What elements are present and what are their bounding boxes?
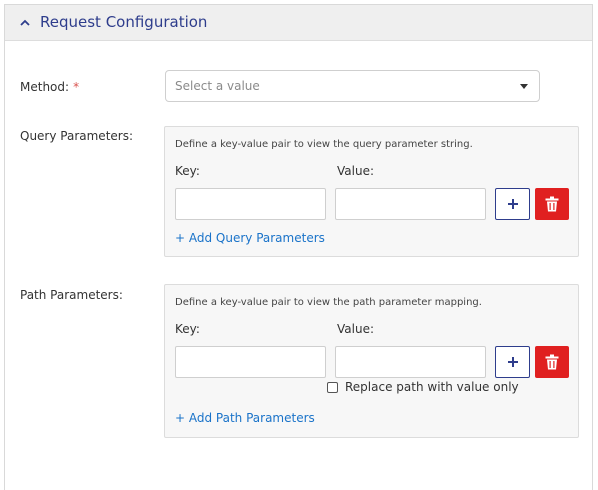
query-add-row-button[interactable]	[495, 188, 530, 220]
path-parameters-box: Define a key-value pair to view the path…	[164, 284, 579, 438]
required-marker: *	[73, 80, 80, 94]
replace-path-checkbox[interactable]	[327, 382, 338, 393]
query-parameters-label: Query Parameters:	[20, 129, 134, 143]
panel-title: Request Configuration	[40, 13, 208, 31]
query-value-input[interactable]	[335, 188, 486, 220]
method-select-placeholder: Select a value	[175, 79, 260, 93]
plus-icon	[507, 357, 518, 367]
method-label: Method: *	[20, 80, 79, 94]
query-key-input[interactable]	[175, 188, 326, 220]
request-configuration-panel: Request Configuration Method: * Select a …	[4, 4, 593, 490]
path-add-row-button[interactable]	[495, 346, 530, 378]
path-key-input[interactable]	[175, 346, 326, 378]
path-value-input[interactable]	[335, 346, 486, 378]
panel-header[interactable]: Request Configuration	[5, 5, 592, 41]
add-path-parameters-link[interactable]: + Add Path Parameters	[175, 411, 315, 425]
replace-path-checkbox-label[interactable]: Replace path with value only	[345, 380, 519, 394]
path-value-label: Value:	[337, 322, 374, 336]
query-key-label: Key:	[175, 164, 200, 178]
path-hint: Define a key-value pair to view the path…	[175, 297, 482, 308]
query-delete-row-button[interactable]	[535, 188, 569, 220]
path-key-label: Key:	[175, 322, 200, 336]
trash-icon	[545, 354, 559, 370]
query-value-label: Value:	[337, 164, 374, 178]
caret-down-icon	[520, 84, 528, 89]
plus-icon	[507, 199, 518, 209]
add-query-parameters-link[interactable]: + Add Query Parameters	[175, 231, 325, 245]
path-parameters-label: Path Parameters:	[20, 288, 123, 302]
trash-icon	[545, 196, 559, 212]
query-parameters-box: Define a key-value pair to view the quer…	[164, 126, 579, 257]
method-label-text: Method:	[20, 80, 70, 94]
path-delete-row-button[interactable]	[535, 346, 569, 378]
method-select[interactable]: Select a value	[165, 70, 540, 102]
chevron-up-icon[interactable]	[19, 17, 31, 29]
query-hint: Define a key-value pair to view the quer…	[175, 139, 473, 150]
